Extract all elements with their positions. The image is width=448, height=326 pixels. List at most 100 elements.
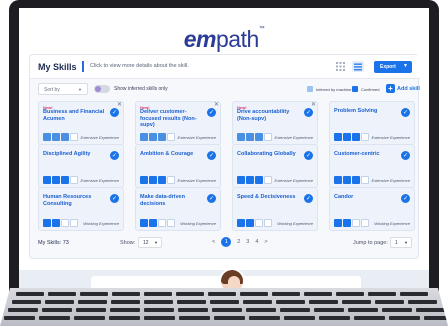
- skill-name: Drive accountability (Non-supv): [237, 109, 290, 122]
- skills-controls: Sort by ▼ Show inferred skills only Infe…: [30, 83, 420, 97]
- skill-name: Problem Solving: [334, 108, 378, 114]
- skill-card[interactable]: Disciplined Agility ✓ Extensive Experience: [38, 144, 124, 188]
- page-4-button[interactable]: 4: [255, 239, 258, 245]
- skill-level-label: Extensive Experience: [80, 178, 119, 183]
- page-size-select[interactable]: 12 ▼: [138, 237, 162, 248]
- level-box: [246, 176, 254, 184]
- keyboard-key: [111, 300, 140, 304]
- level-box: [70, 176, 78, 184]
- keyboard-key: [249, 316, 280, 320]
- level-box: [264, 219, 272, 227]
- close-icon[interactable]: ✕: [311, 101, 316, 108]
- sort-by-select[interactable]: Sort by ▼: [38, 83, 88, 95]
- keyboard-key: [12, 300, 41, 304]
- laptop-keyboard: [0, 288, 448, 326]
- check-icon: ✓: [207, 151, 216, 160]
- keyboard-key: [424, 316, 448, 320]
- level-box: [149, 219, 157, 227]
- jump-to-page-select[interactable]: 1 ▼: [390, 237, 412, 248]
- level-box: [334, 133, 342, 141]
- level-box: [255, 219, 263, 227]
- skill-level-meter: [140, 133, 176, 141]
- keyboard-key: [272, 292, 300, 296]
- keyboard-key: [336, 292, 364, 296]
- list-view-icon[interactable]: [352, 61, 364, 72]
- close-icon[interactable]: ✕: [214, 101, 219, 108]
- skill-card[interactable]: New! Drive accountability (Non-supv) ✓ ✕ Ext…: [232, 101, 318, 145]
- keyboard-key: [212, 308, 242, 312]
- keyboard-key: [45, 300, 74, 304]
- skill-card[interactable]: Collaborating Globally ✓ Extensive Experie…: [232, 144, 318, 188]
- level-box: [255, 176, 263, 184]
- skill-card[interactable]: Ambition & Courage ✓ Extensive Experience: [135, 144, 221, 188]
- title-divider: [82, 61, 84, 72]
- skill-level-meter: [334, 219, 370, 227]
- page-1-button[interactable]: 1: [221, 237, 232, 247]
- skill-name: Speed & Decisiveness: [237, 194, 296, 200]
- skill-card[interactable]: Candor ✓ Working Experience: [329, 187, 415, 231]
- page-title: My Skills: [38, 62, 77, 72]
- check-icon: ✓: [207, 194, 216, 203]
- my-skills-panel: My Skills Click to view more details abo…: [29, 54, 420, 259]
- level-box: [167, 133, 175, 141]
- skill-level-meter: [237, 133, 273, 141]
- close-icon[interactable]: ✕: [117, 101, 122, 108]
- skill-level-label: Working Experience: [277, 221, 313, 226]
- panel-header: My Skills Click to view more details abo…: [30, 55, 420, 79]
- skill-card[interactable]: Speed & Decisiveness ✓ Working Experience: [232, 187, 318, 231]
- keyboard-key: [208, 292, 236, 296]
- level-box: [361, 219, 369, 227]
- level-box: [158, 133, 166, 141]
- skill-name: Human Resources Consulting: [43, 194, 92, 207]
- add-skill-button[interactable]: + Add skill: [386, 84, 420, 93]
- keyboard-key: [382, 308, 412, 312]
- skill-card[interactable]: Customer-centric ✓ Extensive Experience: [329, 144, 415, 188]
- level-box: [43, 219, 51, 227]
- level-box: [149, 176, 157, 184]
- show-label: Show:: [120, 240, 136, 246]
- inferred-only-toggle[interactable]: [94, 85, 110, 93]
- prev-page-button[interactable]: <: [212, 239, 215, 245]
- keyboard-key: [314, 308, 344, 312]
- level-box: [361, 133, 369, 141]
- skill-level-meter: [237, 219, 273, 227]
- keyboard-key: [304, 292, 332, 296]
- empath-logo: empath™: [183, 26, 265, 52]
- level-box: [237, 176, 245, 184]
- level-box: [61, 219, 69, 227]
- chevron-down-icon: ▼: [154, 240, 158, 245]
- pagination-footer: My Skills: 73 Show: 12 ▼ < 1 2 3 4 > Jum…: [30, 237, 420, 251]
- skill-name: Disciplined Agility: [43, 151, 91, 157]
- level-box: [158, 176, 166, 184]
- toggle-label: Show inferred skills only: [114, 86, 168, 92]
- grid-view-icon[interactable]: [334, 61, 346, 72]
- skill-name: Make data-driven decisions: [140, 194, 185, 207]
- skill-level-label: Extensive Experience: [177, 135, 216, 140]
- check-icon: ✓: [401, 151, 410, 160]
- skill-card[interactable]: Problem Solving ✓ Extensive Experience: [329, 101, 415, 145]
- page-2-button[interactable]: 2: [237, 239, 240, 245]
- keyboard-key: [144, 308, 174, 312]
- level-box: [52, 176, 60, 184]
- page-3-button[interactable]: 3: [246, 239, 249, 245]
- skill-card[interactable]: Make data-driven decisions ✓ Working Exper…: [135, 187, 221, 231]
- skill-level-meter: [334, 176, 370, 184]
- skill-card[interactable]: Human Resources Consulting ✓ Working Exper…: [38, 187, 124, 231]
- keyboard-key: [178, 308, 208, 312]
- export-button[interactable]: Export ▼: [374, 61, 412, 73]
- level-box: [343, 219, 351, 227]
- skill-card[interactable]: New! Deliver customer-focused results (No…: [135, 101, 221, 145]
- level-box: [149, 133, 157, 141]
- keyboard-key: [214, 316, 245, 320]
- skill-level-meter: [43, 219, 79, 227]
- pager: < 1 2 3 4 >: [212, 237, 274, 247]
- keyboard-key: [110, 308, 140, 312]
- keyboard-key: [4, 316, 35, 320]
- next-page-button[interactable]: >: [264, 239, 267, 245]
- keyboard-key: [400, 292, 428, 296]
- keyboard-key: [408, 300, 437, 304]
- keyboard-key: [42, 308, 72, 312]
- level-box: [255, 133, 263, 141]
- skill-card[interactable]: New! Business and Financial Acumen ✓ ✕ Exten…: [38, 101, 124, 145]
- keyboard-key: [284, 316, 315, 320]
